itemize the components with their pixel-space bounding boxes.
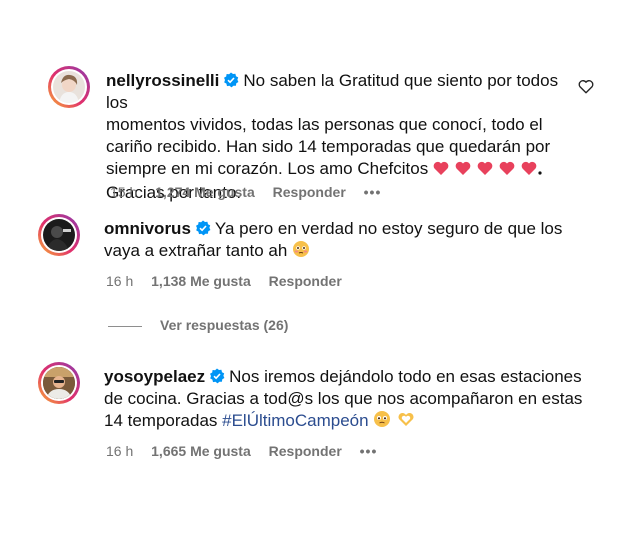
avatar[interactable] <box>48 66 90 108</box>
comment-meta: 16 h 1,138 Me gusta Responder <box>106 273 356 289</box>
verified-badge-icon <box>224 72 239 88</box>
avatar[interactable] <box>38 362 80 404</box>
comment-meta: 15 h 1,274 Me gusta Responder ••• <box>110 184 395 200</box>
reply-button[interactable]: Responder <box>273 184 346 200</box>
heart-emoji-icon <box>433 160 543 182</box>
username[interactable]: omnivorus <box>104 219 191 238</box>
more-options-icon[interactable]: ••• <box>360 443 378 459</box>
holding-back-tears-emoji-icon <box>373 410 391 434</box>
timestamp[interactable]: 15 h <box>110 184 137 200</box>
verified-badge-icon <box>210 368 225 384</box>
likes-count[interactable]: 1,274 Me gusta <box>155 184 255 200</box>
view-replies-label: Ver respuestas (26) <box>160 317 289 333</box>
username[interactable]: nellyrossinelli <box>106 71 219 90</box>
username[interactable]: yosoypelaez <box>104 367 205 386</box>
hashtag-link[interactable]: #ElÚltimoCampeón <box>222 411 368 430</box>
comment-meta: 16 h 1,665 Me gusta Responder ••• <box>106 443 391 459</box>
like-button[interactable] <box>578 79 594 99</box>
reply-button[interactable]: Responder <box>269 443 342 459</box>
heart-hands-emoji-icon <box>396 410 416 434</box>
shy-face-emoji-icon <box>292 240 310 264</box>
comment-text: yosoypelaez Nos iremos dejándolo todo en … <box>104 366 594 434</box>
verified-badge-icon <box>195 220 211 236</box>
likes-count[interactable]: 1,665 Me gusta <box>151 443 251 459</box>
timestamp[interactable]: 16 h <box>106 443 133 459</box>
likes-count[interactable]: 1,138 Me gusta <box>151 273 251 289</box>
comment-line: 14 temporadas <box>104 411 218 430</box>
comment-line: siempre en mi corazón. Los amo Chefcitos <box>106 159 429 178</box>
replies-divider <box>108 325 142 327</box>
comment-line: cariño recibido. Han sido 14 temporadas … <box>106 137 551 156</box>
timestamp[interactable]: 16 h <box>106 273 133 289</box>
avatar[interactable] <box>38 214 80 256</box>
comment-line: Nos iremos dejándolo todo en esas estaci… <box>229 367 582 386</box>
comment-line: de cocina. Gracias a tod@s los que nos a… <box>104 389 583 408</box>
comment-line: vaya a extrañar tanto ah <box>104 241 288 260</box>
more-options-icon[interactable]: ••• <box>364 184 382 200</box>
view-replies-button[interactable]: Ver respuestas (26) <box>108 317 288 333</box>
comment-line: momentos vividos, todas las personas que… <box>106 115 543 134</box>
comment-line: Ya pero en verdad no estoy seguro de que… <box>214 219 563 238</box>
reply-button[interactable]: Responder <box>269 273 342 289</box>
heart-outline-icon <box>578 80 594 94</box>
comment-text: omnivorus Ya pero en verdad no estoy segu… <box>104 218 584 264</box>
